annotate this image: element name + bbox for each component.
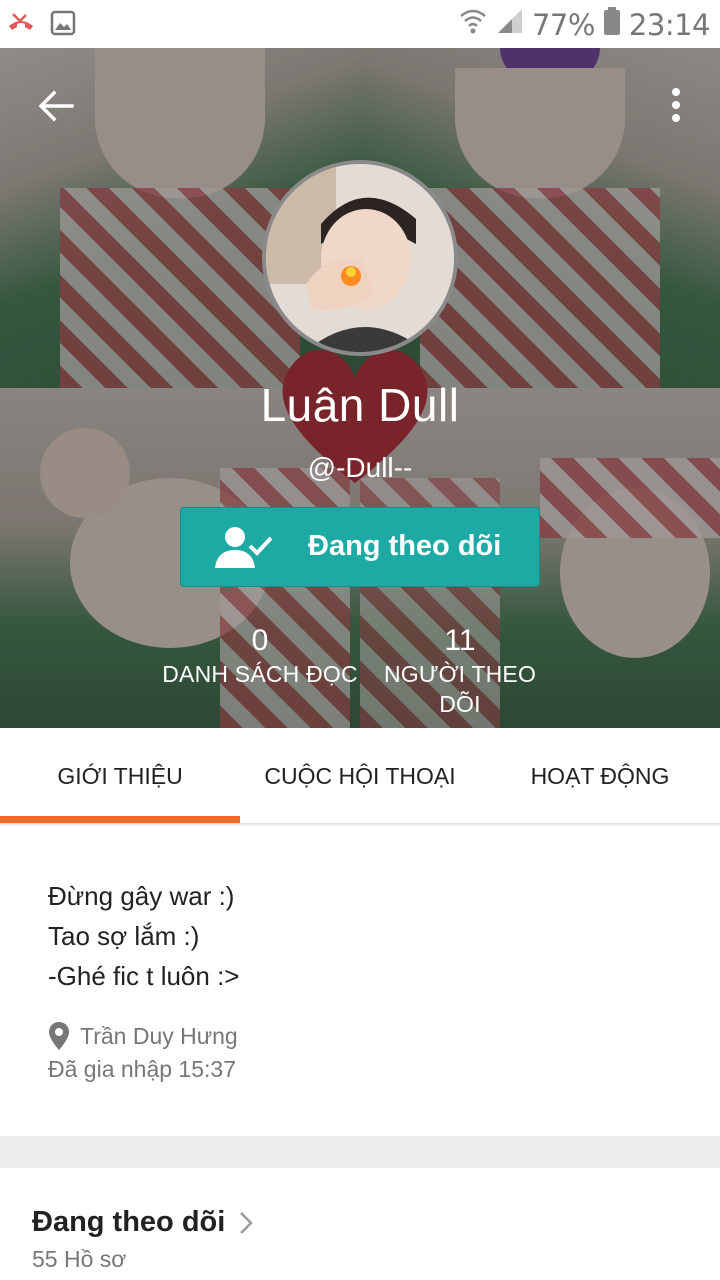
- status-bar: 77% 23:14: [0, 0, 720, 48]
- following-section[interactable]: Đang theo dõi 55 Hồ sơ: [0, 1168, 720, 1280]
- missed-call-icon: [6, 8, 36, 43]
- tab-conversations[interactable]: CUỘC HỘI THOẠI: [240, 728, 480, 824]
- about-section: Đừng gây war :) Tao sợ lắm :) -Ghé fic t…: [0, 826, 720, 1136]
- tab-about[interactable]: GIỚI THIỆU: [0, 728, 240, 824]
- arrow-left-icon: [38, 90, 74, 122]
- back-button[interactable]: [34, 84, 78, 128]
- avatar[interactable]: [262, 160, 458, 356]
- profile-name: Luân Dull: [260, 379, 460, 431]
- active-tab-indicator: [0, 816, 240, 823]
- battery-icon: [603, 6, 621, 44]
- stat-value: 0: [251, 624, 269, 657]
- location-text: Trần Duy Hưng: [80, 1022, 238, 1049]
- stat-reading-lists[interactable]: 0 DANH SÁCH ĐỌC: [160, 623, 360, 689]
- image-icon: [50, 10, 76, 41]
- section-divider: [0, 1136, 720, 1168]
- following-button-label: Đang theo dõi: [308, 530, 502, 562]
- clock: 23:14: [628, 8, 711, 42]
- bio: Đừng gây war :) Tao sợ lắm :) -Ghé fic t…: [48, 876, 239, 996]
- user-check-icon: [215, 524, 275, 575]
- stat-followers[interactable]: 11 NGƯỜI THEO DÕI: [360, 623, 560, 719]
- location-pin-icon: [49, 1022, 69, 1050]
- bio-line: Đừng gây war :): [48, 881, 235, 911]
- tab-activity[interactable]: HOẠT ĐỘNG: [480, 728, 720, 824]
- signal-icon: [496, 7, 524, 43]
- wifi-icon: [458, 6, 488, 44]
- joined-date: Đã gia nhập 15:37: [48, 1056, 236, 1082]
- bio-line: Tao sợ lắm :): [48, 921, 200, 951]
- battery-percent: 77%: [531, 8, 595, 42]
- stat-label: DANH SÁCH ĐỌC: [162, 661, 358, 687]
- chevron-right-icon: [240, 1211, 254, 1234]
- status-left-icons: [6, 8, 76, 43]
- status-right-icons: 77% 23:14: [458, 6, 711, 44]
- following-toggle-button[interactable]: Đang theo dõi: [180, 507, 540, 587]
- stat-label: NGƯỜI THEO DÕI: [383, 661, 537, 717]
- following-title: Đang theo dõi: [32, 1206, 254, 1239]
- location: Trần Duy Hưng: [48, 1021, 238, 1051]
- more-options-button[interactable]: [666, 86, 686, 126]
- more-vertical-icon: [672, 88, 680, 122]
- following-count: 55 Hồ sơ: [32, 1246, 127, 1272]
- profile-tabs: GIỚI THIỆU CUỘC HỘI THOẠI HOẠT ĐỘNG: [0, 728, 720, 824]
- bio-line: -Ghé fic t luôn :>: [48, 961, 240, 991]
- following-title-text: Đang theo dõi: [32, 1206, 226, 1238]
- profile-header: Luân Dull @-Dull-- Đang theo dõi 0 DANH …: [0, 48, 720, 728]
- stat-value: 11: [444, 624, 476, 657]
- profile-handle: @-Dull--: [307, 452, 413, 483]
